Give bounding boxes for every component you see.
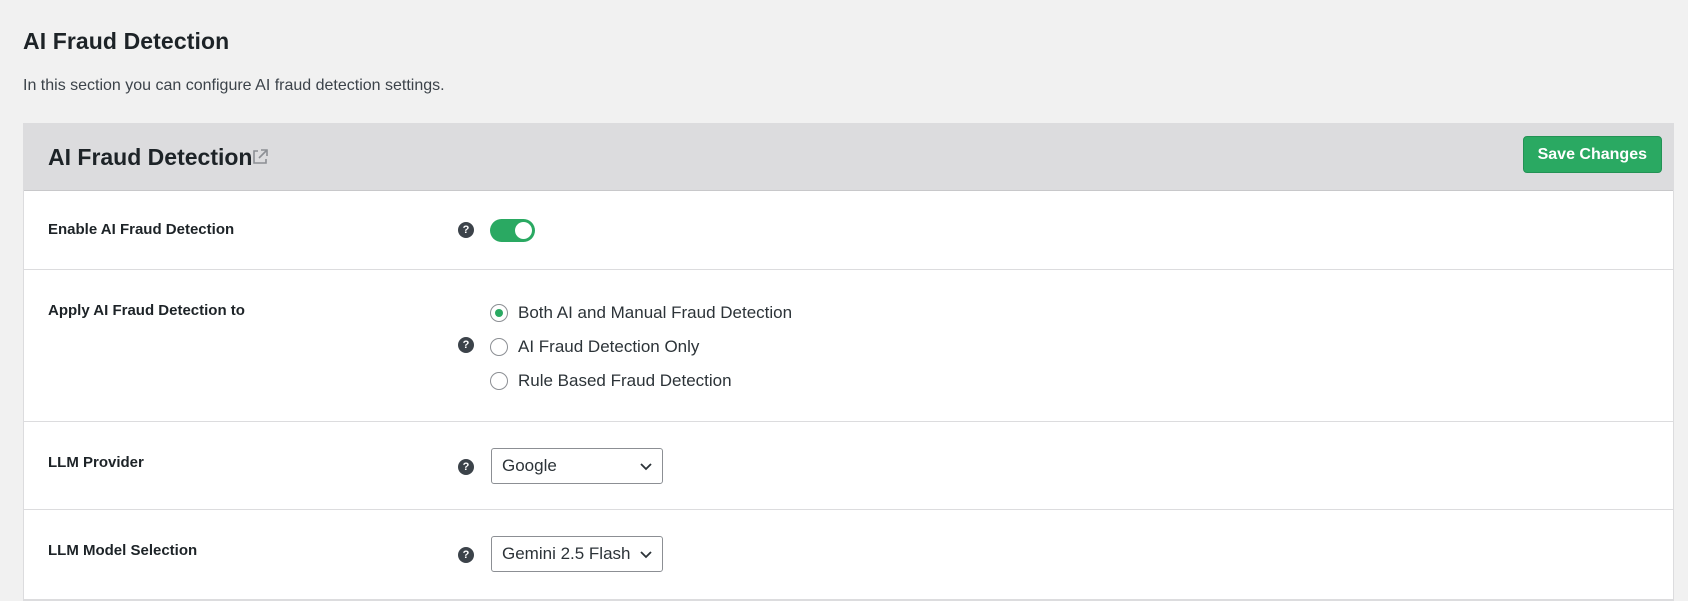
enable-label: Enable AI Fraud Detection <box>48 221 235 238</box>
llm-provider-select[interactable]: Google <box>491 448 663 484</box>
radio-label: Both AI and Manual Fraud Detection <box>518 303 793 322</box>
select-value: Google <box>502 456 557 475</box>
save-changes-button[interactable]: Save Changes <box>1522 136 1662 173</box>
setting-row-enable: Enable AI Fraud Detection ? <box>24 191 1673 270</box>
radio-label: AI Fraud Detection Only <box>518 337 700 356</box>
radio-option-rule-based[interactable]: Rule Based Fraud Detection <box>490 370 732 392</box>
radio-button[interactable] <box>490 372 508 390</box>
panel-header: AI Fraud Detection Save Changes <box>24 124 1673 191</box>
enable-toggle[interactable] <box>490 219 535 242</box>
setting-row-llm-provider: LLM Provider ? Google <box>24 422 1673 510</box>
toggle-knob <box>515 222 532 239</box>
settings-panel: AI Fraud Detection Save Changes Enable A… <box>23 123 1674 601</box>
radio-button[interactable] <box>490 338 508 356</box>
radio-label: Rule Based Fraud Detection <box>518 371 732 390</box>
chevron-down-icon <box>640 551 652 559</box>
help-icon[interactable]: ? <box>458 459 474 475</box>
help-icon[interactable]: ? <box>458 222 474 238</box>
radio-option-both[interactable]: Both AI and Manual Fraud Detection <box>490 302 792 324</box>
external-link-icon[interactable] <box>250 147 270 167</box>
page-title: AI Fraud Detection <box>23 28 230 54</box>
radio-button[interactable] <box>490 304 508 322</box>
page-description: In this section you can configure AI fra… <box>23 77 445 94</box>
chevron-down-icon <box>640 463 652 471</box>
setting-row-apply-to: Apply AI Fraud Detection to ? Both AI an… <box>24 270 1673 422</box>
panel-title: AI Fraud Detection <box>48 144 253 170</box>
help-icon[interactable]: ? <box>458 547 474 563</box>
setting-row-llm-model: LLM Model Selection ? Gemini 2.5 Flash <box>24 510 1673 600</box>
apply-to-label: Apply AI Fraud Detection to <box>48 302 245 319</box>
llm-provider-label: LLM Provider <box>48 454 144 471</box>
radio-option-ai-only[interactable]: AI Fraud Detection Only <box>490 336 699 358</box>
settings-page: AI Fraud Detection In this section you c… <box>0 0 1688 601</box>
help-icon[interactable]: ? <box>458 337 474 353</box>
select-value: Gemini 2.5 Flash <box>502 544 631 563</box>
llm-model-label: LLM Model Selection <box>48 542 198 559</box>
llm-model-select[interactable]: Gemini 2.5 Flash <box>491 536 663 572</box>
